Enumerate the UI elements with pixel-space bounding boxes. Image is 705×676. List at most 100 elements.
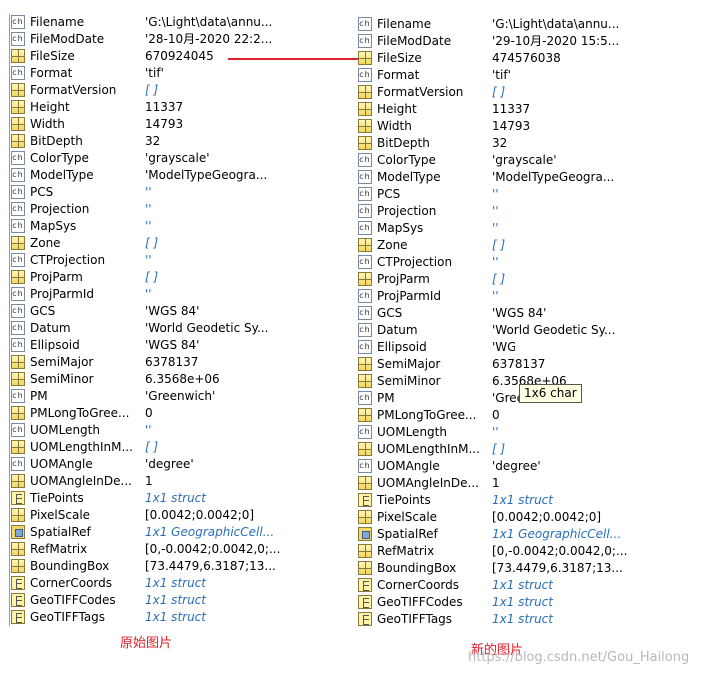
field-name: Projection xyxy=(377,204,437,218)
table-row[interactable]: BitDepth 32 xyxy=(10,133,355,150)
field-name: UOMLength xyxy=(377,425,447,439)
table-row[interactable]: Height 11337 xyxy=(357,101,702,118)
table-row[interactable]: UOMAngleInDe... 1 xyxy=(10,473,355,490)
table-row[interactable]: UOMLengthInM... [ ] xyxy=(10,439,355,456)
table-row[interactable]: ch UOMAngle 'degree' xyxy=(10,456,355,473)
table-row[interactable]: Zone [ ] xyxy=(10,235,355,252)
table-row[interactable]: GeoTIFFTags 1x1 struct xyxy=(357,611,702,628)
table-row[interactable]: SpatialRef 1x1 GeographicCell... xyxy=(10,524,355,541)
field-name: Filename xyxy=(377,17,432,31)
table-row[interactable]: ch PM 'Greenwich' xyxy=(10,388,355,405)
table-row[interactable]: FormatVersion [ ] xyxy=(357,84,702,101)
numeric-matrix-icon xyxy=(11,406,25,420)
table-row[interactable]: ch GCS 'WGS 84' xyxy=(10,303,355,320)
field-value: 32 xyxy=(492,136,508,150)
numeric-matrix-icon xyxy=(358,119,372,133)
table-row[interactable]: CornerCoords 1x1 struct xyxy=(357,577,702,594)
field-value: 1x1 struct xyxy=(145,576,206,590)
table-row[interactable]: PMLongToGree... 0 xyxy=(357,407,702,424)
field-name: UOMAngle xyxy=(30,457,93,471)
field-value: 'WGS 84' xyxy=(145,304,200,318)
field-name: TiePoints xyxy=(377,493,431,507)
table-row[interactable]: ProjParm [ ] xyxy=(357,271,702,288)
field-name: Ellipsoid xyxy=(30,338,80,352)
field-value: 1x1 struct xyxy=(145,593,206,607)
table-row[interactable]: FormatVersion [ ] xyxy=(10,82,355,99)
table-row[interactable]: FileSize 670924045 xyxy=(10,48,355,65)
table-row[interactable]: ch ProjParmId '' xyxy=(10,286,355,303)
table-row[interactable]: BitDepth 32 xyxy=(357,135,702,152)
table-row[interactable]: PixelScale [0.0042;0.0042;0] xyxy=(10,507,355,524)
struct-icon xyxy=(11,593,25,607)
field-name: ProjParm xyxy=(30,270,83,284)
table-row[interactable]: ch Datum 'World Geodetic Sy... xyxy=(357,322,702,339)
table-row[interactable]: ch ColorType 'grayscale' xyxy=(357,152,702,169)
table-row[interactable]: BoundingBox [73.4479,6.3187;13... xyxy=(10,558,355,575)
table-row[interactable]: UOMAngleInDe... 1 xyxy=(357,475,702,492)
struct-icon xyxy=(358,612,372,626)
table-row[interactable]: PixelScale [0.0042;0.0042;0] xyxy=(357,509,702,526)
table-row[interactable]: ch Format 'tif' xyxy=(10,65,355,82)
table-row[interactable]: GeoTIFFCodes 1x1 struct xyxy=(10,592,355,609)
table-row[interactable]: TiePoints 1x1 struct xyxy=(10,490,355,507)
table-row[interactable]: ch FileModDate '29-10月-2020 15:5... xyxy=(357,33,702,50)
field-name: MapSys xyxy=(30,219,77,233)
table-row[interactable]: RefMatrix [0,-0.0042;0.0042,0;... xyxy=(10,541,355,558)
table-row[interactable]: Width 14793 xyxy=(357,118,702,135)
table-row[interactable]: ch ModelType 'ModelTypeGeogra... xyxy=(357,169,702,186)
char-array-icon: ch xyxy=(358,170,372,184)
table-row[interactable]: CornerCoords 1x1 struct xyxy=(10,575,355,592)
table-row[interactable]: ch UOMAngle 'degree' xyxy=(357,458,702,475)
field-name: Zone xyxy=(30,236,61,250)
table-row[interactable]: ch ProjParmId '' xyxy=(357,288,702,305)
field-name: FileSize xyxy=(30,49,75,63)
table-row[interactable]: ch Projection '' xyxy=(10,201,355,218)
table-row[interactable]: ch Datum 'World Geodetic Sy... xyxy=(10,320,355,337)
table-row[interactable]: ch Ellipsoid 'WGS 84' xyxy=(10,337,355,354)
field-name: UOMLength xyxy=(30,423,100,437)
table-row[interactable]: BoundingBox [73.4479,6.3187;13... xyxy=(357,560,702,577)
table-row[interactable]: SemiMajor 6378137 xyxy=(357,356,702,373)
table-row[interactable]: Height 11337 xyxy=(10,99,355,116)
table-row[interactable]: ch UOMLength '' xyxy=(10,422,355,439)
table-row[interactable]: ch GCS 'WGS 84' xyxy=(357,305,702,322)
table-row[interactable]: SemiMinor 6.3568e+06 xyxy=(10,371,355,388)
table-row[interactable]: ch Projection '' xyxy=(357,203,702,220)
table-row[interactable]: FileSize 474576038 xyxy=(357,50,702,67)
table-row[interactable]: ch FileModDate '28-10月-2020 22:2... xyxy=(10,31,355,48)
char-array-icon: ch xyxy=(358,34,372,48)
table-row[interactable]: ch Filename 'G:\Light\data\annu... xyxy=(10,14,355,31)
table-row[interactable]: ch Filename 'G:\Light\data\annu... xyxy=(357,16,702,33)
table-row[interactable]: Zone [ ] xyxy=(357,237,702,254)
table-row[interactable]: GeoTIFFTags 1x1 struct xyxy=(10,609,355,626)
field-name: ProjParmId xyxy=(377,289,441,303)
table-row[interactable]: ch ColorType 'grayscale' xyxy=(10,150,355,167)
char-array-icon: ch xyxy=(11,457,25,471)
numeric-matrix-icon xyxy=(358,408,372,422)
table-row[interactable]: SpatialRef 1x1 GeographicCell... xyxy=(357,526,702,543)
char-array-icon: ch xyxy=(11,185,25,199)
table-row[interactable]: RefMatrix [0,-0.0042;0.0042,0;... xyxy=(357,543,702,560)
table-row[interactable]: ch PCS '' xyxy=(10,184,355,201)
table-row[interactable]: UOMLengthInM... [ ] xyxy=(357,441,702,458)
table-row[interactable]: ch MapSys '' xyxy=(357,220,702,237)
table-row[interactable]: Width 14793 xyxy=(10,116,355,133)
table-row[interactable]: ch CTProjection '' xyxy=(357,254,702,271)
field-name: FormatVersion xyxy=(30,83,117,97)
table-row[interactable]: ch PCS '' xyxy=(357,186,702,203)
field-name: BoundingBox xyxy=(30,559,110,573)
numeric-matrix-icon xyxy=(358,51,372,65)
table-row[interactable]: ch Format 'tif' xyxy=(357,67,702,84)
numeric-matrix-icon xyxy=(11,270,25,284)
field-value: 'G:\Light\data\annu... xyxy=(145,15,273,29)
field-value: 14793 xyxy=(492,119,531,133)
table-row[interactable]: ProjParm [ ] xyxy=(10,269,355,286)
table-row[interactable]: ch CTProjection '' xyxy=(10,252,355,269)
table-row[interactable]: TiePoints 1x1 struct xyxy=(357,492,702,509)
table-row[interactable]: ch ModelType 'ModelTypeGeogra... xyxy=(10,167,355,184)
table-row[interactable]: GeoTIFFCodes 1x1 struct xyxy=(357,594,702,611)
table-row[interactable]: ch MapSys '' xyxy=(10,218,355,235)
table-row[interactable]: ch UOMLength '' xyxy=(357,424,702,441)
table-row[interactable]: PMLongToGree... 0 xyxy=(10,405,355,422)
table-row[interactable]: SemiMajor 6378137 xyxy=(10,354,355,371)
